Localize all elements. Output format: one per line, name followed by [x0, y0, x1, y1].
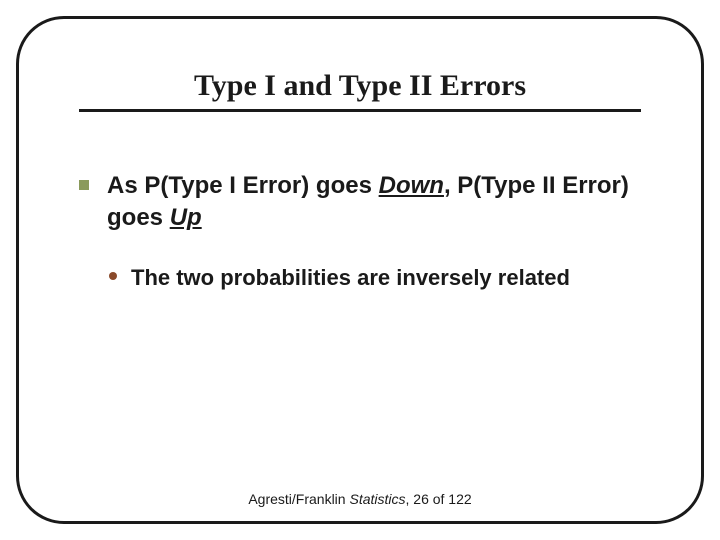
square-bullet-icon [79, 180, 89, 190]
footer-pre: Agresti/Franklin [248, 491, 349, 507]
footer-post: , 26 of 122 [406, 491, 472, 507]
slide-title: Type I and Type II Errors [79, 69, 641, 112]
sub-bullet-text: The two probabilities are inversely rela… [131, 263, 570, 293]
bullet-pre: As P(Type I Error) goes [107, 172, 379, 199]
bullet-word-up: Up [170, 204, 202, 231]
footer-ital: Statistics [349, 491, 405, 507]
slide-footer: Agresti/Franklin Statistics, 26 of 122 [19, 491, 701, 507]
sub-bullet-row: The two probabilities are inversely rela… [109, 263, 641, 293]
main-bullet-row: As P(Type I Error) goes Down, P(Type II … [79, 170, 641, 235]
main-bullet-text: As P(Type I Error) goes Down, P(Type II … [107, 170, 641, 235]
slide-frame: Type I and Type II Errors As P(Type I Er… [16, 16, 704, 524]
bullet-word-down: Down [379, 172, 444, 199]
dot-bullet-icon [109, 272, 117, 280]
